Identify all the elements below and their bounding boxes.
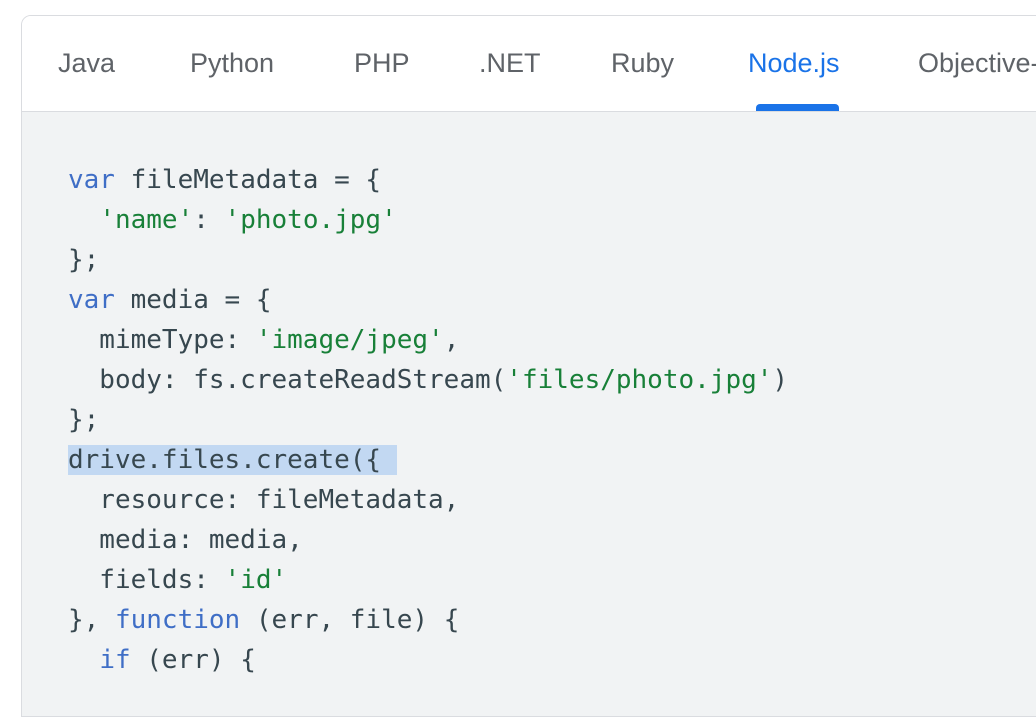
code-token: , (443, 325, 460, 355)
tab-dotnet[interactable]: .NET (479, 48, 541, 88)
code-line: var fileMetadata = { (68, 160, 788, 200)
code-sample-card: Java Python PHP .NET Ruby Node.js Object… (21, 15, 1036, 717)
code-line: resource: fileMetadata, (68, 480, 788, 520)
code-token: }, (68, 605, 115, 635)
code-line: }, function (err, file) { (68, 600, 788, 640)
code-line: body: fs.createReadStream('files/photo.j… (68, 360, 788, 400)
code-listing[interactable]: var fileMetadata = { 'name': 'photo.jpg'… (68, 160, 788, 680)
code-string: 'files/photo.jpg' (506, 365, 773, 395)
code-token: mimeType: (68, 325, 256, 355)
code-line: var media = { (68, 280, 788, 320)
code-token: }; (68, 245, 100, 275)
tab-objective-c[interactable]: Objective-C (918, 48, 1036, 88)
code-token: media = { (114, 285, 272, 315)
language-tab-bar: Java Python PHP .NET Ruby Node.js Object… (22, 16, 1036, 112)
code-token: media: media, (68, 525, 303, 555)
code-token: : (193, 205, 225, 235)
code-token: fields: (68, 565, 225, 595)
code-string: 'photo.jpg' (224, 205, 397, 235)
code-token: fileMetadata = { (114, 165, 382, 195)
tab-java[interactable]: Java (58, 48, 115, 88)
code-selection: drive.files.create({ (68, 445, 397, 475)
code-string: 'name' (99, 205, 194, 235)
code-line: media: media, (68, 520, 788, 560)
tab-ruby[interactable]: Ruby (611, 48, 674, 88)
code-token: ) (772, 365, 789, 395)
code-token: (err) { (130, 645, 256, 675)
active-tab-indicator (756, 104, 839, 111)
code-line: drive.files.create({ (68, 440, 788, 480)
code-line: if (err) { (68, 640, 788, 680)
code-token: }; (68, 405, 100, 435)
code-keyword: var (68, 285, 115, 315)
code-token: body: fs.createReadStream( (68, 365, 507, 395)
code-line: mimeType: 'image/jpeg', (68, 320, 788, 360)
tab-python[interactable]: Python (190, 48, 274, 88)
tab-php[interactable]: PHP (354, 48, 410, 88)
code-block[interactable]: var fileMetadata = { 'name': 'photo.jpg'… (22, 112, 1036, 716)
code-token: (err, file) { (240, 605, 460, 635)
code-string: 'image/jpeg' (255, 325, 444, 355)
code-line: fields: 'id' (68, 560, 788, 600)
code-keyword: function (114, 605, 241, 635)
code-string: 'id' (224, 565, 288, 595)
code-token: resource: fileMetadata, (68, 485, 460, 515)
tab-nodejs[interactable]: Node.js (748, 48, 840, 88)
code-line: }; (68, 240, 788, 280)
code-line: }; (68, 400, 788, 440)
code-keyword: if (99, 645, 131, 675)
code-line: 'name': 'photo.jpg' (68, 200, 788, 240)
code-keyword: var (68, 165, 115, 195)
